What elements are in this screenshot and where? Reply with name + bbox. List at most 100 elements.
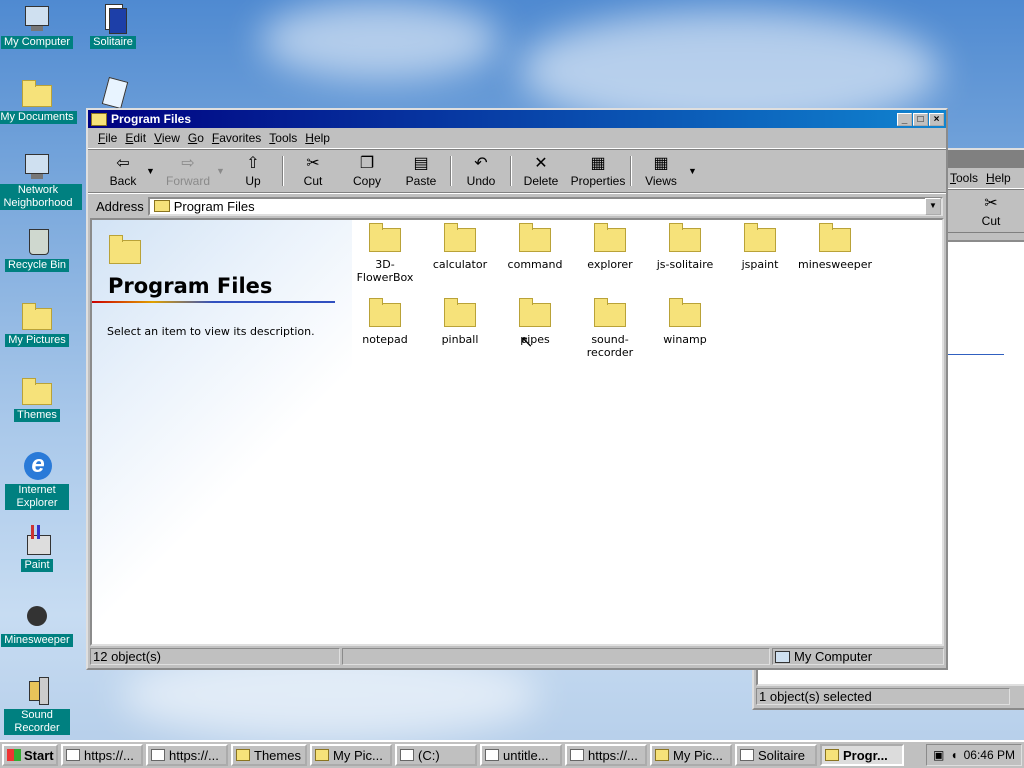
up-button[interactable]: ⇧ Up xyxy=(226,154,280,188)
taskbar-button[interactable]: https://... xyxy=(61,744,143,766)
taskbar-button[interactable]: (C:) xyxy=(395,744,477,766)
desktop-icon-label: My Pictures xyxy=(5,334,69,347)
scissors-icon: ✂ xyxy=(306,155,320,172)
views-grid-icon: ▦ xyxy=(653,155,669,172)
folder-item[interactable]: notepad xyxy=(348,295,422,346)
back-dropdown[interactable]: ▼ xyxy=(146,166,156,176)
desktop-icon-minesweeper[interactable]: Minesweeper xyxy=(0,600,80,647)
folder-item[interactable]: jspaint xyxy=(723,220,797,271)
menu-tools[interactable]: Tools xyxy=(269,131,297,145)
address-dropdown-button[interactable]: ▼ xyxy=(925,197,941,215)
taskbar-button[interactable]: https://... xyxy=(146,744,228,766)
cards-icon xyxy=(740,749,754,761)
folder-icon xyxy=(153,200,170,212)
folder-item[interactable]: sound-recorder xyxy=(573,295,647,359)
copy-button[interactable]: ❐ Copy xyxy=(340,154,394,188)
window-titlebar[interactable]: Program Files _ □ × xyxy=(88,110,946,128)
address-label: Address xyxy=(96,198,144,214)
forward-button[interactable]: ⇨ Forward xyxy=(156,154,220,188)
back-button[interactable]: ⇦ Back xyxy=(96,154,150,188)
folder-icon xyxy=(594,223,626,252)
panel-title: Program Files xyxy=(108,274,273,298)
taskbar-button[interactable]: untitle... xyxy=(480,744,562,766)
menu-tools[interactable]: Tools xyxy=(950,171,978,185)
taskbar-button[interactable]: Solitaire xyxy=(735,744,817,766)
close-button[interactable]: × xyxy=(929,112,944,126)
desktop-icon-solitaire[interactable]: Solitaire xyxy=(70,2,156,49)
folder-item[interactable]: pinball xyxy=(423,295,497,346)
address-bar: Address Program Files ▼ xyxy=(88,193,946,218)
program-files-window[interactable]: Program Files _ □ × File Edit View Go Fa… xyxy=(86,108,948,670)
folder-item[interactable]: winamp xyxy=(648,295,722,346)
folder-icon xyxy=(669,298,701,327)
folder-icon xyxy=(109,235,141,264)
folder-item[interactable]: command xyxy=(498,220,572,271)
folder-label: jspaint xyxy=(741,258,779,271)
network-icon[interactable]: ▣ xyxy=(933,748,944,762)
folder-item[interactable]: minesweeper xyxy=(798,220,872,271)
cut-button[interactable]: ✂ Cut xyxy=(286,154,340,188)
toolbar-separator xyxy=(630,156,632,186)
folder-icon xyxy=(21,77,53,109)
menu-help[interactable]: Help xyxy=(305,131,330,145)
folder-item[interactable]: js-solitaire xyxy=(648,220,722,271)
copy-label: Copy xyxy=(352,174,381,188)
folder-icon xyxy=(21,300,53,332)
browser-icon xyxy=(151,749,165,761)
folder-icon xyxy=(819,223,851,252)
address-input[interactable]: Program Files ▼ xyxy=(147,196,943,216)
folder-item[interactable]: 3D-FlowerBox xyxy=(348,220,422,284)
menu-edit[interactable]: Edit xyxy=(125,131,146,145)
folder-item[interactable]: pipes xyxy=(498,295,572,346)
desktop-icon-label: Recycle Bin xyxy=(4,259,70,272)
paste-button[interactable]: ▤ Paste xyxy=(394,154,448,188)
clock[interactable]: 06:46 PM xyxy=(964,748,1015,762)
desktop-icon-my-documents[interactable]: My Documents xyxy=(0,77,80,124)
taskbar-button[interactable]: https://... xyxy=(565,744,647,766)
taskbar-button-active[interactable]: Progr... xyxy=(820,744,904,766)
menubar: File Edit View Go Favorites Tools Help xyxy=(88,128,946,149)
properties-button[interactable]: ▦ Properties xyxy=(568,154,628,188)
desktop-icon-network-neighborhood[interactable]: Network Neighborhood xyxy=(0,150,82,210)
undo-button[interactable]: ↶ Undo xyxy=(454,154,508,188)
menu-help[interactable]: Help xyxy=(986,171,1011,185)
taskbar-button[interactable]: My Pic... xyxy=(650,744,732,766)
taskbar: Start https://... https://... Themes My … xyxy=(0,740,1024,768)
menu-go[interactable]: Go xyxy=(188,131,204,145)
desktop-icon-internet-explorer[interactable]: e Internet Explorer xyxy=(0,450,80,510)
browser-icon xyxy=(66,749,80,761)
drive-icon xyxy=(400,749,414,761)
menu-favorites[interactable]: Favorites xyxy=(212,131,261,145)
taskbar-button[interactable]: Themes xyxy=(231,744,307,766)
panel-description: Select an item to view its description. xyxy=(107,325,315,338)
cut-button[interactable]: ✂ Cut xyxy=(964,194,1018,228)
desktop-icon-my-pictures[interactable]: My Pictures xyxy=(0,300,80,347)
volume-icon[interactable]: ◖ xyxy=(950,748,957,762)
start-button[interactable]: Start xyxy=(2,744,58,766)
folder-item[interactable]: calculator xyxy=(423,220,497,271)
desktop-icon-paint[interactable]: Paint xyxy=(0,525,80,572)
desktop-icon-themes[interactable]: Themes xyxy=(0,375,80,422)
status-text: 1 object(s) selected xyxy=(756,688,1010,705)
desktop-icon-notepad[interactable] xyxy=(70,76,156,111)
delete-button[interactable]: ✕ Delete xyxy=(514,154,568,188)
menu-file[interactable]: File xyxy=(98,131,117,145)
menu-view[interactable]: View xyxy=(154,131,180,145)
taskbar-button-label: My Pic... xyxy=(333,747,383,763)
taskbar-button-label: Solitaire xyxy=(758,747,805,763)
forward-dropdown[interactable]: ▼ xyxy=(216,166,226,176)
minimize-button[interactable]: _ xyxy=(897,112,912,126)
desktop-icon-recycle-bin[interactable]: Recycle Bin xyxy=(0,225,80,272)
views-dropdown[interactable]: ▼ xyxy=(688,166,698,176)
desktop-icon-sound-recorder[interactable]: Sound Recorder xyxy=(0,675,80,735)
desktop-icon-label: Solitaire xyxy=(90,36,136,49)
taskbar-button[interactable]: My Pic... xyxy=(310,744,392,766)
views-button[interactable]: ▦ Views xyxy=(634,154,688,188)
toolbar-separator xyxy=(510,156,512,186)
maximize-button[interactable]: □ xyxy=(913,112,928,126)
folder-item[interactable]: explorer xyxy=(573,220,647,271)
background-window-statusbar: 1 object(s) selected xyxy=(756,688,1024,706)
desktop-icon-my-computer[interactable]: My Computer xyxy=(0,2,80,49)
status-zone: My Computer xyxy=(772,648,944,665)
folder-view[interactable]: Program Files Select an item to view its… xyxy=(90,218,944,646)
